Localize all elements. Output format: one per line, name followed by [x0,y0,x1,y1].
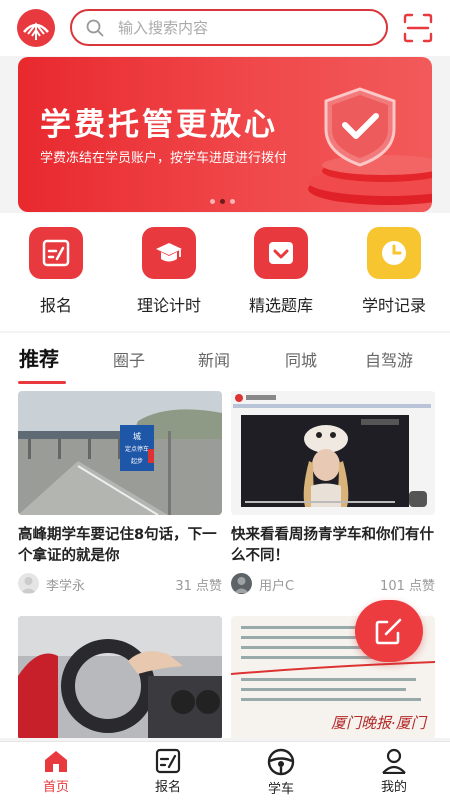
post-card[interactable] [18,616,222,738]
tab-road-trip[interactable]: 自驾游 [365,347,413,371]
quick-action-label: 报名 [39,296,72,315]
sign-text: 城 [133,432,141,441]
banner-subtitle: 学费冻结在学员账户，按学车进度进行拨付 [40,151,288,166]
bottom-navigation: 首页 报名 学车 我的 [0,741,450,800]
promo-banner[interactable]: 学费托管更放心 学费冻结在学员账户，按学车进度进行拨付 [18,57,432,212]
post-card[interactable]: 城 定点停车 起步 高峰期学车要记住8句话，下一个拿证的就是你 李学永 31 点… [18,391,222,595]
heart-check-icon [254,227,308,279]
quick-action-signup[interactable]: 报名 [6,227,106,316]
signup-icon [155,748,181,774]
post-title[interactable]: 高峰期学车要记住8句话，下一个拿证的就是你 [18,525,222,567]
post-likes[interactable]: 101 点赞 [380,575,435,594]
carousel-dot[interactable] [210,199,215,204]
edit-icon [375,618,402,645]
avatar[interactable] [18,573,39,594]
post-meta: 李学永 31 点赞 [18,573,222,595]
quick-action-theory-timing[interactable]: 理论计时 [119,227,219,316]
nav-label: 我的 [380,780,407,795]
carousel-dot-active[interactable] [220,199,225,204]
quick-action-question-bank[interactable]: 精选题库 [231,227,331,316]
tab-recommended[interactable]: 推荐 [19,343,59,372]
search-icon [86,19,104,37]
home-icon [45,751,67,772]
nav-profile[interactable]: 我的 [354,748,434,795]
graduation-cap-icon [142,227,196,279]
signup-icon [29,227,83,279]
nav-signup[interactable]: 报名 [128,748,208,795]
top-bar [0,0,450,56]
post-author[interactable]: 用户C [259,575,294,594]
post-card[interactable]: 快来看看周扬青学车和你们有什么不同！ 用户C 101 点赞 [231,391,435,595]
app-logo-icon[interactable] [16,8,56,48]
quick-action-study-hours[interactable]: 学时记录 [344,227,444,316]
nav-label: 首页 [42,780,69,795]
quick-actions: 报名 理论计时 精选题库 学时记录 [0,213,450,331]
post-title[interactable]: 快来看看周扬青学车和你们有什么不同！ [231,525,435,567]
sign-text: 定点停车 [125,445,149,453]
tab-same-city[interactable]: 同城 [285,347,317,371]
user-icon [382,748,406,774]
search-input[interactable] [118,16,368,40]
clock-icon [367,227,421,279]
nav-label: 学车 [267,782,294,797]
tab-news[interactable]: 新闻 [198,347,230,371]
quick-action-label: 精选题库 [248,296,313,315]
quick-action-label: 学时记录 [361,296,426,315]
post-author[interactable]: 李学永 [46,575,85,594]
post-thumbnail[interactable]: 城 定点停车 起步 [18,391,222,515]
sign-text: 起步 [131,457,143,465]
carousel-indicator [210,199,235,205]
shield-check-icon [308,87,432,205]
compose-button[interactable] [355,600,423,662]
carousel-dot[interactable] [230,199,235,204]
tab-circle[interactable]: 圈子 [113,347,145,371]
quick-action-label: 理论计时 [136,296,201,315]
post-thumbnail[interactable] [18,616,222,738]
feed-tabs: 推荐 圈子 新闻 同城 自驾游 [0,341,450,384]
nav-home[interactable]: 首页 [16,748,96,795]
scan-icon[interactable] [403,13,433,43]
nav-label: 报名 [154,780,181,795]
tab-active-underline [18,381,66,384]
search-bar[interactable] [70,9,388,46]
post-likes[interactable]: 31 点赞 [175,575,222,594]
banner-title: 学费托管更放心 [40,107,278,143]
nav-learn-driving[interactable]: 学车 [241,748,321,797]
steering-wheel-icon [267,748,295,776]
avatar[interactable] [231,573,252,594]
newspaper-text: 厦门晚报·厦门 [331,714,428,732]
post-meta: 用户C 101 点赞 [231,573,435,595]
post-thumbnail[interactable] [231,391,435,515]
content-feed: 推荐 圈子 新闻 同城 自驾游 城 定点停车 起步 高峰期学车要记住8句话，下一… [0,333,450,738]
